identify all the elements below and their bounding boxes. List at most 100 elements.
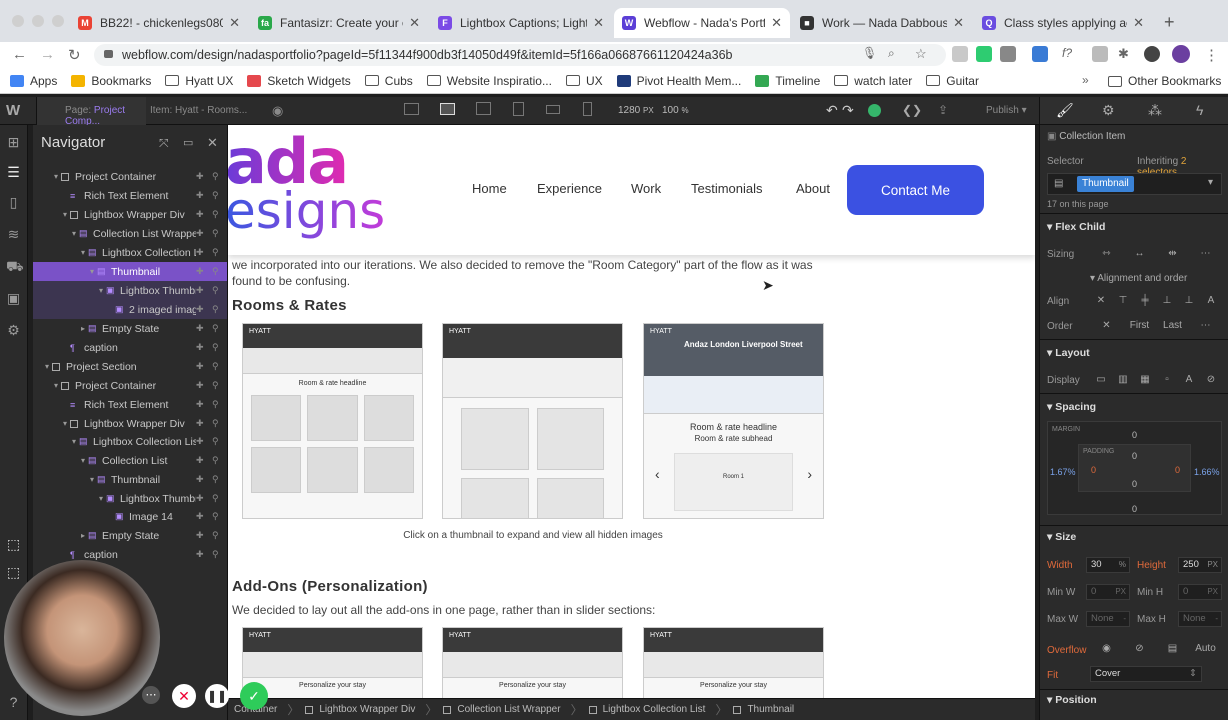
assets-icon[interactable]: ▣ [6,291,21,306]
align-center-icon[interactable]: ╪ [1134,293,1156,309]
selection-box-icon[interactable]: ⬚ [6,565,21,580]
kebab-menu-icon[interactable]: ⋮ [1204,46,1219,64]
tree-caret-icon[interactable]: ▾ [42,362,52,371]
back-icon[interactable]: ← [12,46,27,63]
navigator-node[interactable]: ▾ ▤ Thumbnail ✚ ⚲ [33,262,227,281]
min-height-unit[interactable]: PX [1207,585,1218,599]
tree-caret-icon[interactable]: ▾ [51,172,61,181]
move-handle-icon[interactable]: ✚ [196,323,212,334]
padding-top-value[interactable]: 0 [1132,451,1137,461]
extension-icon[interactable] [1092,46,1108,62]
breadcrumb-item[interactable]: Lightbox Collection List 〉 [588,701,727,718]
style-manager-icon[interactable]: ⁂ [1148,102,1162,119]
height-input[interactable]: 250 PX [1178,557,1222,573]
move-handle-icon[interactable]: ✚ [196,342,212,353]
bookmarks-overflow-icon[interactable]: » [1082,73,1089,87]
bookmark-item[interactable]: watch later [834,74,912,88]
puzzle-extensions-icon[interactable]: ✱ [1118,46,1129,62]
item-selector[interactable]: Item: Hyatt - Rooms... [150,105,247,116]
settings-gear-icon[interactable]: ⚲ [212,455,227,466]
dock-icon[interactable]: ▭ [183,136,193,149]
nav-link-home[interactable]: Home [472,181,507,196]
canvas-zoom[interactable]: 100 % [662,105,689,116]
navigator-node[interactable]: ▾▣ Lightbox Thumbnail ...✚⚲ [33,281,227,300]
close-tab-icon[interactable]: ✕ [409,15,420,31]
settings-gear-icon[interactable]: ⚲ [212,493,227,504]
navigator-node[interactable]: ▣ 2 imaged images✚⚲ [33,300,227,319]
navigator-node[interactable]: ▾▣ Lightbox Thumbnail ...✚⚲ [33,489,227,508]
browser-tab[interactable]: M BB22! - chickenlegs080& ✕ [70,8,248,38]
order-none-icon[interactable]: ✕ [1090,318,1123,334]
navigator-node[interactable]: ¶ caption ✚ ⚲ [33,338,227,357]
min-height-input[interactable]: 0 PX [1178,584,1222,600]
close-tab-icon[interactable]: ✕ [953,15,964,31]
browser-tab[interactable]: W Webflow - Nada's Portfol ✕ [614,8,790,38]
move-handle-icon[interactable]: ✚ [196,474,212,485]
formula-extension-icon[interactable]: f? [1062,46,1072,60]
padding-bottom-value[interactable]: 0 [1132,479,1137,489]
align-none-icon[interactable]: ✕ [1090,293,1112,309]
tree-caret-icon[interactable]: ▾ [69,437,79,446]
move-handle-icon[interactable]: ✚ [196,511,212,522]
settings-gear-icon[interactable]: ⚲ [212,399,227,410]
margin-bottom-value[interactable]: 0 [1132,504,1137,514]
align-end-icon[interactable]: ⊥ [1156,293,1178,309]
max-width-unit[interactable]: - [1123,612,1126,626]
move-handle-icon[interactable]: ✚ [196,530,212,541]
move-handle-icon[interactable]: ✚ [196,455,212,466]
margin-left-value[interactable]: 1.67% [1050,467,1076,477]
settings-gear-icon[interactable]: ⚲ [212,436,227,447]
settings-gear-icon[interactable]: ⚲ [212,361,227,372]
browser-tab[interactable]: F Lightbox Captions; Lightb ✕ [430,8,612,38]
settings-gear-icon[interactable]: ⚲ [212,266,227,277]
close-icon[interactable]: ✕ [207,135,218,151]
settings-gear-icon[interactable]: ⚲ [212,247,227,258]
height-unit[interactable]: PX [1207,558,1218,572]
extension-icon[interactable] [952,46,968,62]
overflow-hidden-icon[interactable]: ⊘ [1123,641,1156,657]
bookmark-star-icon[interactable]: ☆ [915,46,927,62]
settings-gear-icon[interactable]: ⚲ [212,530,227,541]
thumbnail-addons-3[interactable]: HYATT Personalize your stay [643,627,824,698]
bookmark-item[interactable]: Bookmarks [71,74,151,88]
thumbnail-rooms-3[interactable]: HYATT Andaz London Liverpool Street Room… [643,323,824,519]
class-tag[interactable]: Thumbnail [1077,176,1134,192]
display-inline-icon[interactable]: A [1178,372,1200,388]
nav-link-about[interactable]: About [796,181,830,196]
move-handle-icon[interactable]: ✚ [196,380,212,391]
canvas-width[interactable]: 1280 PX [618,105,654,116]
navigator-node[interactable]: ¶ caption ✚ ⚲ [33,545,227,564]
navigator-node[interactable]: ▾ ▤ Collection List Wrapper ✚ ⚲ [33,224,227,243]
navigator-node[interactable]: ▾ ▤ Thumbnail ✚ ⚲ [33,470,227,489]
move-handle-icon[interactable]: ✚ [196,228,212,239]
webflow-logo-icon[interactable]: W [6,102,20,119]
profile-extension-icon[interactable] [1144,46,1160,62]
microphone-icon[interactable]: 🎙 [862,46,877,60]
overflow-visible-icon[interactable]: ◉ [1090,641,1123,657]
margin-box[interactable]: MARGIN 0 1.67% 1.66% 0 PADDING 0 0 0 0 [1047,421,1222,515]
settings-gear-icon[interactable]: ⚲ [212,323,227,334]
thumbnail-addons-1[interactable]: HYATT Personalize your stay [242,627,423,698]
tree-caret-icon[interactable]: ▾ [87,267,97,276]
grammarly-extension-icon[interactable] [976,46,992,62]
tree-caret-icon[interactable]: ▸ [78,531,88,540]
navigator-node[interactable]: ▣ Image 14 ✚ ⚲ [33,507,227,526]
collapse-all-icon[interactable]: ⤧ [159,136,169,151]
display-flex-icon[interactable]: ▥ [1112,372,1134,388]
other-bookmarks[interactable]: Other Bookmarks [1108,74,1221,88]
navigator-node[interactable]: ▾ Project Container ✚ ⚲ [33,376,227,395]
avatar[interactable] [1172,45,1190,63]
tree-caret-icon[interactable]: ▾ [96,286,106,295]
tree-caret-icon[interactable]: ▾ [60,419,70,428]
url-field[interactable]: webflow.com/design/nadasportfolio?pageId… [94,44,946,66]
navigator-node[interactable]: ▾ Lightbox Wrapper Div ✚ ⚲ [33,414,227,433]
align-start-icon[interactable]: ⊤ [1112,293,1134,309]
sizing-shrink-icon[interactable]: ⇿ [1090,246,1123,262]
close-tab-icon[interactable]: ✕ [771,15,782,31]
display-inline-block-icon[interactable]: ▫ [1156,372,1178,388]
breadcrumb-item[interactable]: Lightbox Wrapper Div 〉 [305,701,437,718]
tree-caret-icon[interactable]: ▾ [78,248,88,257]
move-handle-icon[interactable]: ✚ [196,418,212,429]
cms-icon[interactable]: ≋ [6,227,21,242]
move-handle-icon[interactable]: ✚ [196,436,212,447]
